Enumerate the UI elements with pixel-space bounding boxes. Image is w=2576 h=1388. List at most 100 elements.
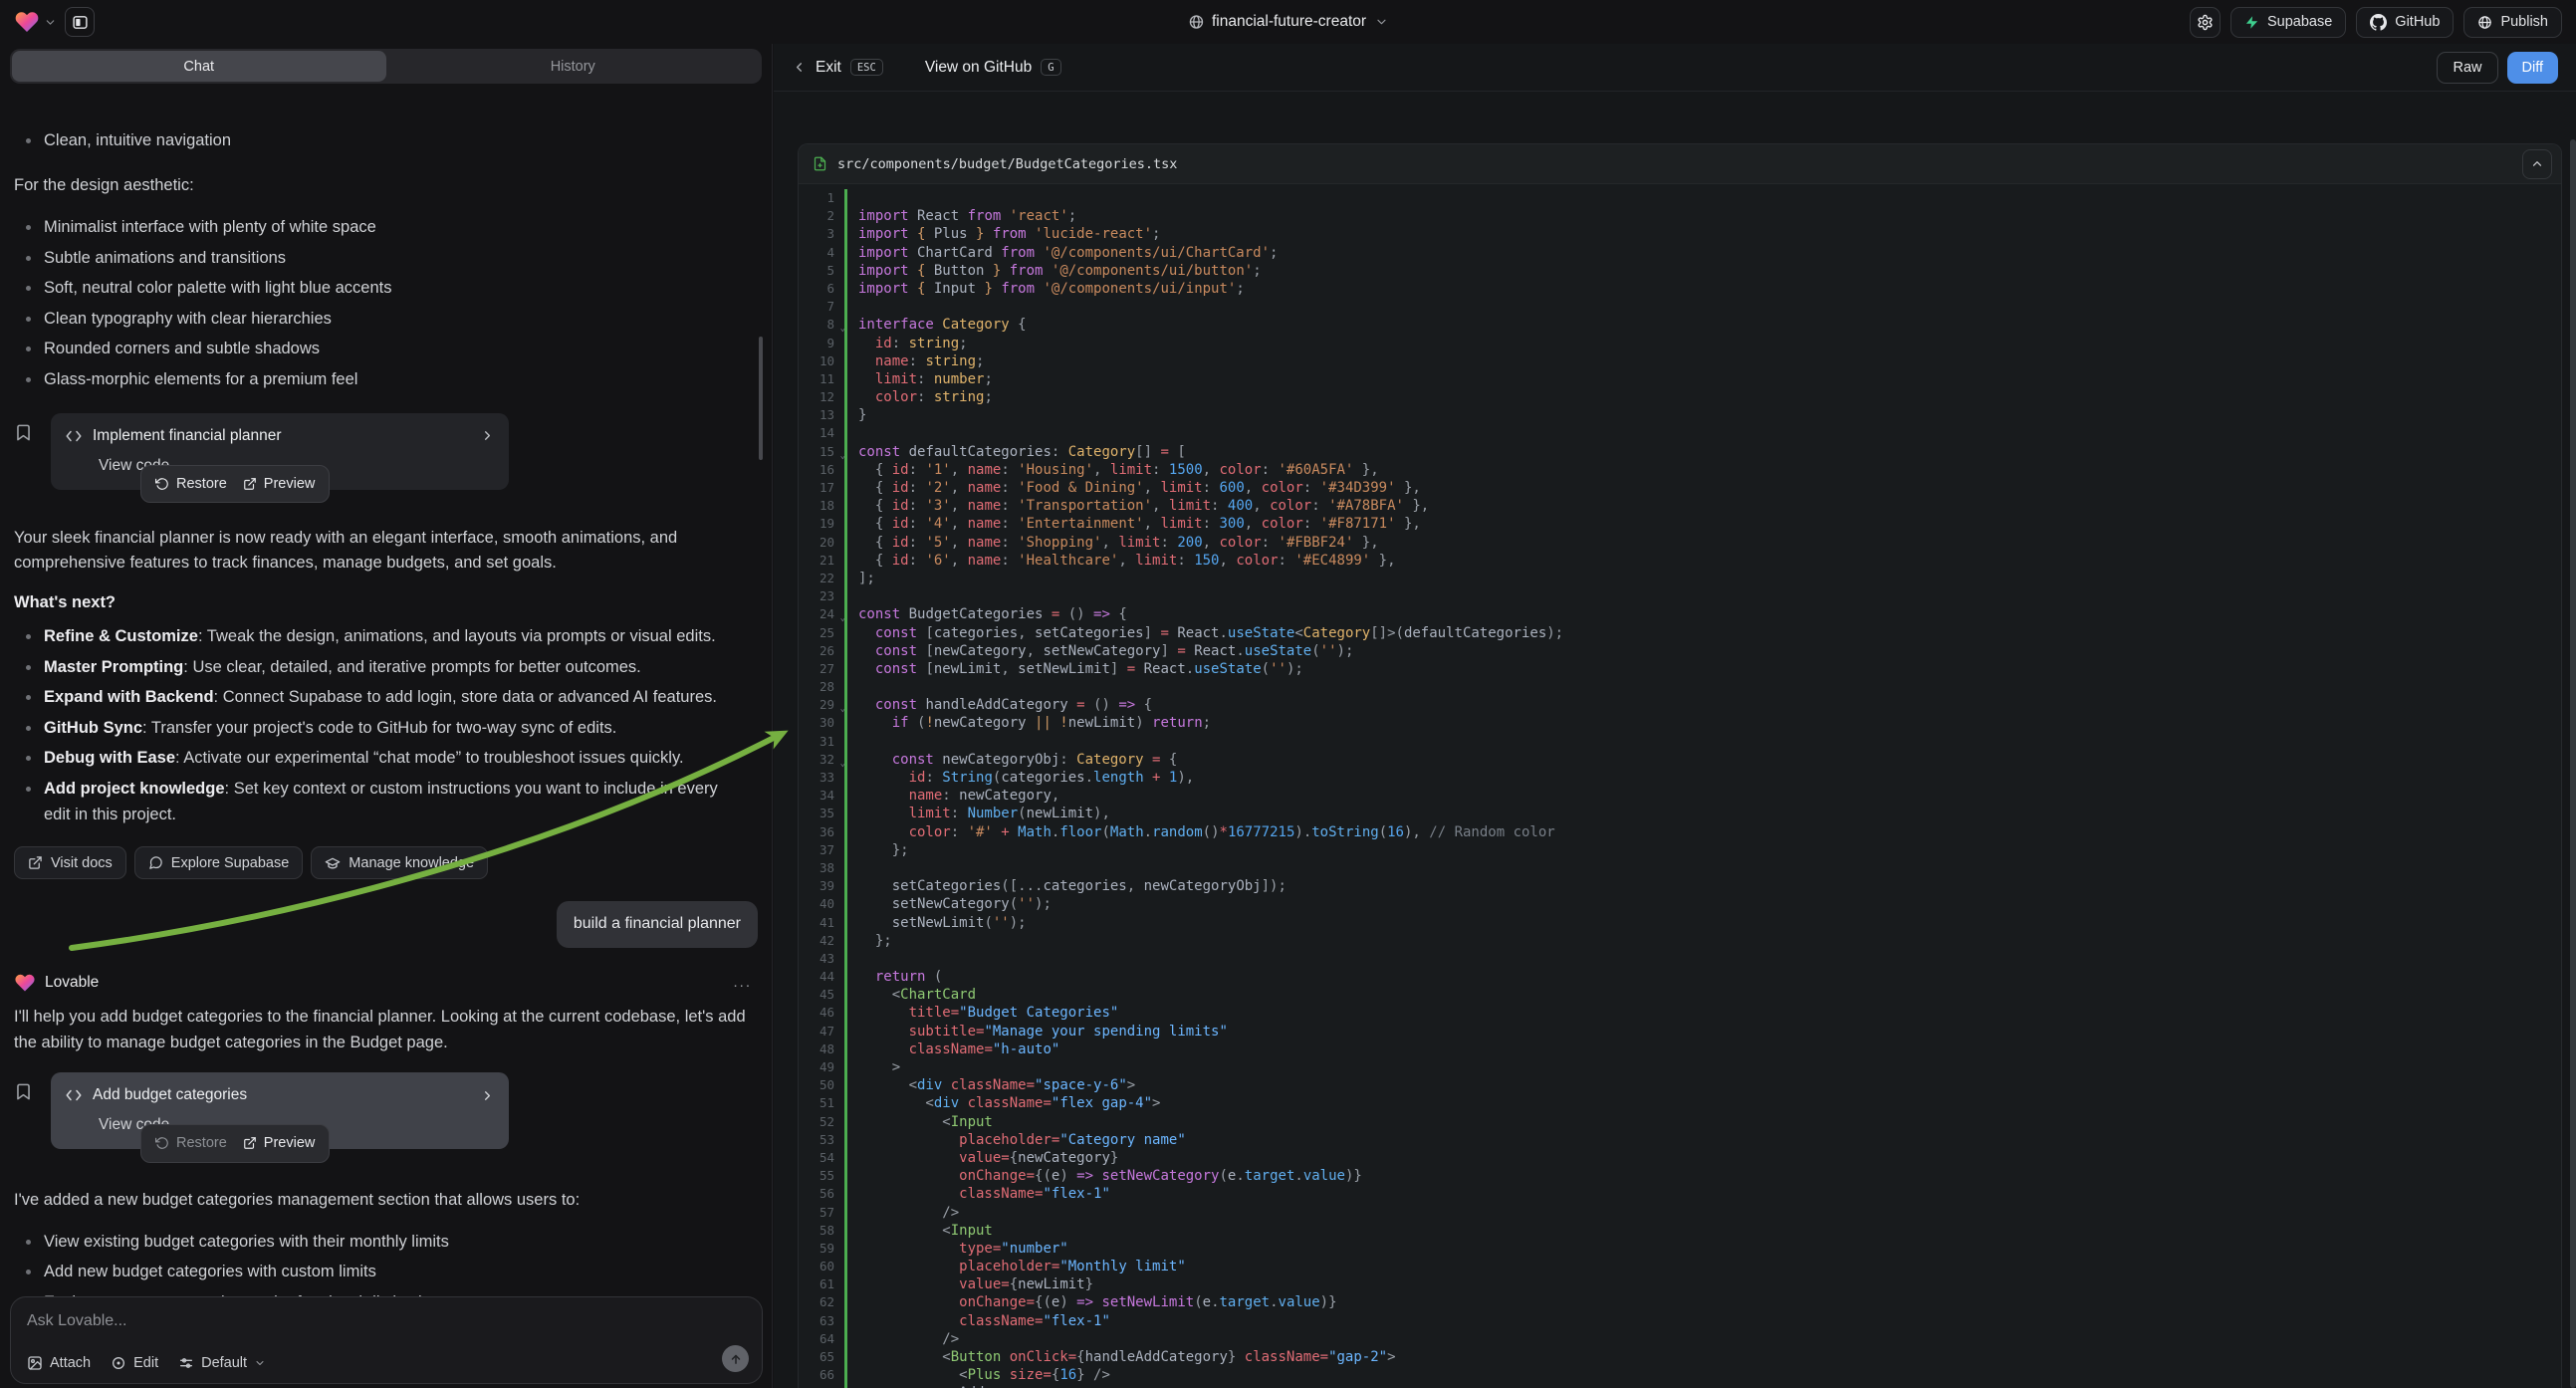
code-line: 59 type="number" <box>799 1240 2561 1258</box>
bookmark-icon[interactable] <box>14 423 33 442</box>
chat-scrollbar-thumb[interactable] <box>759 337 763 460</box>
next-items: Refine & Customize: Tweak the design, an… <box>14 624 758 832</box>
settings-button[interactable] <box>2190 7 2221 38</box>
lovable-logo-menu[interactable] <box>14 9 57 35</box>
list-item: Add project knowledge: Set key context o… <box>14 777 741 827</box>
code-line: 23 <box>799 587 2561 605</box>
code-line: 15⌄const defaultCategories: Category[] =… <box>799 443 2561 461</box>
external-link-icon <box>28 855 43 870</box>
code-line: 49 > <box>799 1058 2561 1076</box>
file-added-icon <box>813 156 827 171</box>
code-line: 63 className="flex-1" <box>799 1312 2561 1330</box>
code-line: 6import { Input } from '@/components/ui/… <box>799 280 2561 298</box>
edit-title: Add budget categories <box>93 1083 247 1107</box>
attach-button[interactable]: Attach <box>27 1355 91 1371</box>
code-line: 1 <box>799 189 2561 207</box>
list-item: Minimalist interface with plenty of whit… <box>14 215 758 241</box>
code-line: 35 limit: Number(newLimit), <box>799 805 2561 822</box>
chat-history-tabbar: Chat History <box>10 49 762 84</box>
code-line: 19 { id: '4', name: 'Entertainment', lim… <box>799 515 2561 533</box>
whats-next-heading: What's next? <box>14 590 753 616</box>
list-item: Add new budget categories with custom li… <box>14 1260 758 1285</box>
code-line: 27 const [newLimit, setNewLimit] = React… <box>799 660 2561 678</box>
tab-chat[interactable]: Chat <box>12 51 386 82</box>
code-line: 61 value={newLimit} <box>799 1275 2561 1293</box>
restore-preview-toolbar: Restore Preview <box>140 1124 330 1162</box>
view-on-github-button[interactable]: View on GitHub G <box>925 59 1061 77</box>
restore-button[interactable]: Restore <box>155 1132 227 1154</box>
project-switcher[interactable]: financial-future-creator <box>1188 13 1388 31</box>
code-line: 36 color: '#' + Math.floor(Math.random()… <box>799 823 2561 841</box>
restore-icon <box>155 477 169 491</box>
chevron-right-icon <box>480 1088 495 1103</box>
github-icon <box>2370 14 2387 31</box>
code-line: 62 onChange={(e) => setNewLimit(e.target… <box>799 1293 2561 1311</box>
code-line: 3import { Plus } from 'lucide-react'; <box>799 225 2561 243</box>
code-icon <box>65 1086 83 1104</box>
graduation-cap-icon <box>325 855 341 871</box>
design-bullets: Minimalist interface with plenty of whit… <box>14 215 758 397</box>
preview-button[interactable]: Preview <box>243 473 316 495</box>
restore-icon <box>155 1136 169 1150</box>
diff-toggle-button[interactable]: Diff <box>2507 52 2559 84</box>
code-line: 13} <box>799 406 2561 424</box>
prompt-input-box[interactable]: Ask Lovable... Attach Edit Default <box>10 1296 763 1384</box>
external-link-icon <box>243 477 257 491</box>
code-line: 30 if (!newCategory || !newLimit) return… <box>799 714 2561 732</box>
tab-history[interactable]: History <box>386 51 761 82</box>
code-line: 33 id: String(categories.length + 1), <box>799 769 2561 787</box>
code-line: 37 }; <box>799 841 2561 859</box>
code-scrollbar-thumb[interactable] <box>2570 139 2576 1388</box>
supabase-button[interactable]: Supabase <box>2230 7 2346 38</box>
g-kbd-badge: G <box>1041 59 1060 76</box>
restore-button[interactable]: Restore <box>155 473 227 495</box>
more-menu-button[interactable]: ... <box>733 971 758 994</box>
edit-card-implement-financial-planner[interactable]: Implement financial planner View code Re… <box>51 413 509 490</box>
code-line: 10 name: string; <box>799 352 2561 370</box>
file-header-row[interactable]: src/components/budget/BudgetCategories.t… <box>799 144 2561 184</box>
manage-knowledge-button[interactable]: Manage knowledge <box>311 846 488 879</box>
edit-card-add-budget-categories[interactable]: Add budget categories View code Restore <box>51 1072 509 1149</box>
list-item: Debug with Ease: Activate our experiment… <box>14 746 741 772</box>
list-item: Glass-morphic elements for a premium fee… <box>14 367 758 393</box>
attach-image-icon <box>27 1355 43 1371</box>
code-line: 44 return ( <box>799 968 2561 986</box>
exit-button[interactable]: Exit ESC <box>792 59 883 77</box>
publish-button[interactable]: Publish <box>2463 7 2562 38</box>
code-line: 29⌄ const handleAddCategory = () => { <box>799 696 2561 714</box>
code-line: 51 <div className="flex gap-4"> <box>799 1094 2561 1112</box>
prompt-input-placeholder: Ask Lovable... <box>27 1312 746 1330</box>
mode-selector[interactable]: Default <box>178 1355 266 1371</box>
code-body[interactable]: 12import React from 'react';3import { Pl… <box>799 184 2561 1388</box>
collapse-file-button[interactable] <box>2522 149 2552 179</box>
send-button[interactable] <box>722 1345 749 1372</box>
code-line: 45 <ChartCard <box>799 986 2561 1004</box>
visit-docs-button[interactable]: Visit docs <box>14 846 126 879</box>
code-line: 16 { id: '1', name: 'Housing', limit: 15… <box>799 461 2561 479</box>
preview-button[interactable]: Preview <box>243 1132 316 1154</box>
edit-card-row: Implement financial planner View code Re… <box>14 413 758 490</box>
file-path: src/components/budget/BudgetCategories.t… <box>837 156 1177 172</box>
supabase-bolt-icon <box>2244 15 2259 30</box>
target-icon <box>111 1355 126 1371</box>
code-icon <box>65 427 83 445</box>
bookmark-icon[interactable] <box>14 1082 33 1101</box>
code-line: 50 <div className="space-y-6"> <box>799 1076 2561 1094</box>
github-button[interactable]: GitHub <box>2356 7 2454 38</box>
user-message: build a financial planner <box>557 901 758 948</box>
code-line: 42 }; <box>799 932 2561 950</box>
code-line: 64 /> <box>799 1330 2561 1348</box>
list-item: Clean typography with clear hierarchies <box>14 307 758 333</box>
list-item: Soft, neutral color palette with light b… <box>14 276 758 302</box>
code-line: 31 <box>799 733 2561 751</box>
raw-toggle-button[interactable]: Raw <box>2437 52 2497 84</box>
code-line: 41 setNewLimit(''); <box>799 914 2561 932</box>
code-line: 9 id: string; <box>799 335 2561 352</box>
chat-scroll-area[interactable]: Clean, intuitive navigation For the desi… <box>0 127 772 1296</box>
sidebar-toggle-button[interactable] <box>65 7 95 37</box>
explore-supabase-button[interactable]: Explore Supabase <box>134 846 304 879</box>
code-line: 56 className="flex-1" <box>799 1185 2561 1203</box>
edit-mode-button[interactable]: Edit <box>111 1355 158 1371</box>
panel-left-icon <box>72 14 89 31</box>
restore-preview-toolbar: Restore Preview <box>140 465 330 503</box>
